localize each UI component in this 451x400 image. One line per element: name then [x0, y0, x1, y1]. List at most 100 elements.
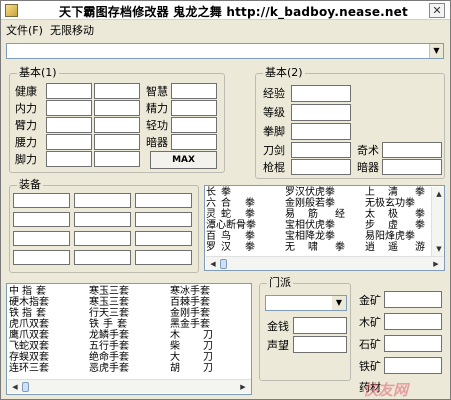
list-item[interactable]: 潭心断骨拳 宝相伏虎拳 步 虚 拳 — [205, 220, 431, 231]
list-cell: 百 — [206, 231, 216, 242]
label-neili: 内力 — [15, 102, 37, 115]
list-cell: 游 — [415, 242, 425, 253]
list-cell: 黑金手套 — [170, 319, 210, 330]
list-item[interactable]: 灵 蛇 拳 易 筋 经 太 极 拳 — [205, 209, 431, 220]
label-wood-ore: 木矿 — [359, 316, 381, 329]
skills-vertical-scrollbar[interactable]: ▲ ▼ — [431, 187, 444, 256]
equip-slot-5[interactable] — [74, 212, 131, 227]
neili-field[interactable] — [46, 100, 92, 116]
energy-field[interactable] — [171, 100, 217, 116]
stone-ore-field[interactable] — [384, 335, 442, 352]
spear-field[interactable] — [291, 159, 351, 175]
list-cell: 大 — [170, 352, 180, 363]
menu-file[interactable]: 文件(F) — [6, 22, 43, 38]
fame-field[interactable] — [293, 336, 347, 353]
scroll-right-icon[interactable]: ▶ — [430, 258, 442, 270]
scroll-thumb[interactable] — [220, 259, 227, 269]
list-cell: 金刚般若拳 — [285, 198, 335, 209]
wisdom-field[interactable] — [171, 83, 217, 99]
list-item[interactable]: 中 指 套 寒玉三套 寒冰手套 — [7, 286, 239, 297]
qishu-field[interactable] — [382, 142, 442, 158]
equipment-title: 装备 — [17, 178, 43, 192]
menu-infinite-move[interactable]: 无限移动 — [50, 22, 94, 38]
list-item[interactable]: 铁 指 套 行天三套 金刚手套 — [7, 308, 239, 319]
list-item[interactable]: 六 合 拳 金刚般若拳 无极玄功拳 — [205, 198, 431, 209]
equip-slot-1[interactable] — [13, 193, 70, 208]
scroll-thumb[interactable] — [22, 382, 29, 392]
list-item[interactable]: 硬木指套 寒玉三套 百棘手套 — [7, 297, 239, 308]
max-button[interactable]: MAX — [150, 151, 217, 169]
list-item[interactable]: 罗 汉 拳 无 啸 拳 逍 遥 游 — [205, 242, 431, 253]
leg-max-field[interactable] — [94, 151, 140, 167]
sect-select[interactable]: ▼ — [265, 295, 347, 311]
gold-ore-field[interactable] — [384, 291, 442, 308]
skills-horizontal-scrollbar[interactable]: ◀ ▶ — [206, 256, 444, 270]
label-qishu: 奇术 — [357, 144, 379, 157]
list-cell: 步 — [365, 220, 375, 231]
arm-field[interactable] — [46, 117, 92, 133]
money-field[interactable] — [293, 317, 347, 334]
list-item[interactable]: 连环三套 恶虎手套 胡 刀 — [7, 363, 239, 374]
hidden-weapon-field-1[interactable] — [171, 134, 217, 150]
arm-max-field[interactable] — [94, 117, 140, 133]
scroll-left-icon[interactable]: ◀ — [207, 258, 219, 270]
label-spear: 枪棍 — [263, 161, 285, 174]
scroll-down-icon[interactable]: ▼ — [433, 243, 444, 255]
scroll-left-icon[interactable]: ◀ — [9, 381, 21, 393]
scroll-right-icon[interactable]: ▶ — [237, 381, 249, 393]
list-item[interactable]: 百 鸟 拳 宝相降龙拳 易阳烽虎拳 — [205, 231, 431, 242]
weapons-horizontal-scrollbar[interactable]: ◀ ▶ — [8, 379, 251, 393]
equip-slot-2[interactable] — [74, 193, 131, 208]
wood-ore-field[interactable] — [384, 313, 442, 330]
title-bar: 天下霸图存档修改器 鬼龙之舞 http://k_badboy.nease.net… — [1, 1, 450, 20]
iron-ore-field[interactable] — [384, 357, 442, 374]
chevron-down-icon[interactable]: ▼ — [429, 44, 443, 58]
equip-slot-8[interactable] — [74, 231, 131, 246]
health-max-field[interactable] — [94, 83, 140, 99]
list-item[interactable]: 飞蛇双套 五行手套 柴 刀 — [7, 341, 239, 352]
label-money: 金钱 — [267, 320, 289, 333]
equip-slot-10[interactable] — [13, 250, 70, 265]
equip-slot-12[interactable] — [135, 250, 192, 265]
skills-list[interactable]: 长 拳 罗汉伏虎拳 上 清 拳 六 合 拳 金刚般若拳 无极玄功拳 灵 蛇 拳 … — [204, 185, 445, 271]
chevron-down-icon[interactable]: ▼ — [332, 296, 346, 310]
fist-field[interactable] — [291, 123, 351, 140]
list-cell: 柴 — [170, 341, 180, 352]
list-item[interactable]: 存蜈双套 绝命手套 大 刀 — [7, 352, 239, 363]
equip-slot-4[interactable] — [13, 212, 70, 227]
list-cell: 上 — [365, 187, 375, 198]
weapons-list[interactable]: 中 指 套 寒玉三套 寒冰手套 硬木指套 寒玉三套 百棘手套 铁 指 套 行天三… — [6, 283, 252, 395]
equip-slot-11[interactable] — [74, 250, 131, 265]
list-cell: 木 — [170, 330, 180, 341]
equip-slot-6[interactable] — [135, 212, 192, 227]
hidden-weapon-field-2[interactable] — [382, 159, 442, 175]
waist-max-field[interactable] — [94, 134, 140, 150]
close-button[interactable]: ✕ — [429, 3, 445, 18]
equip-slot-3[interactable] — [135, 193, 192, 208]
exp-field[interactable] — [291, 85, 351, 102]
list-item[interactable]: 鹰爪双套 龙鳞手套 木 刀 — [7, 330, 239, 341]
neili-max-field[interactable] — [94, 100, 140, 116]
qinggong-field[interactable] — [171, 117, 217, 133]
equip-slot-9[interactable] — [135, 231, 192, 246]
list-item[interactable]: 虎爪双套 铁 手 套 黑金手套 — [7, 319, 239, 330]
waist-field[interactable] — [46, 134, 92, 150]
list-cell: 罗 — [206, 242, 216, 253]
list-cell: 灵 — [206, 209, 216, 220]
list-cell: 拳 — [415, 209, 425, 220]
label-waist: 腰力 — [15, 136, 37, 149]
list-cell: 筋 — [308, 209, 318, 220]
list-cell: 寒玉三套 — [89, 286, 129, 297]
label-iron-ore: 铁矿 — [359, 360, 381, 373]
health-field[interactable] — [46, 83, 92, 99]
list-cell: 行天三套 — [89, 308, 129, 319]
equip-slot-7[interactable] — [13, 231, 70, 246]
list-item[interactable]: 长 拳 罗汉伏虎拳 上 清 拳 — [205, 187, 431, 198]
save-slot-combo[interactable]: ▼ — [6, 43, 444, 59]
scroll-up-icon[interactable]: ▲ — [433, 188, 444, 200]
blade-field[interactable] — [291, 142, 351, 158]
label-hidden-weapon-2: 暗器 — [357, 161, 379, 174]
list-cell: 龙鳞手套 — [89, 330, 129, 341]
level-field[interactable] — [291, 104, 351, 121]
leg-field[interactable] — [46, 151, 92, 167]
